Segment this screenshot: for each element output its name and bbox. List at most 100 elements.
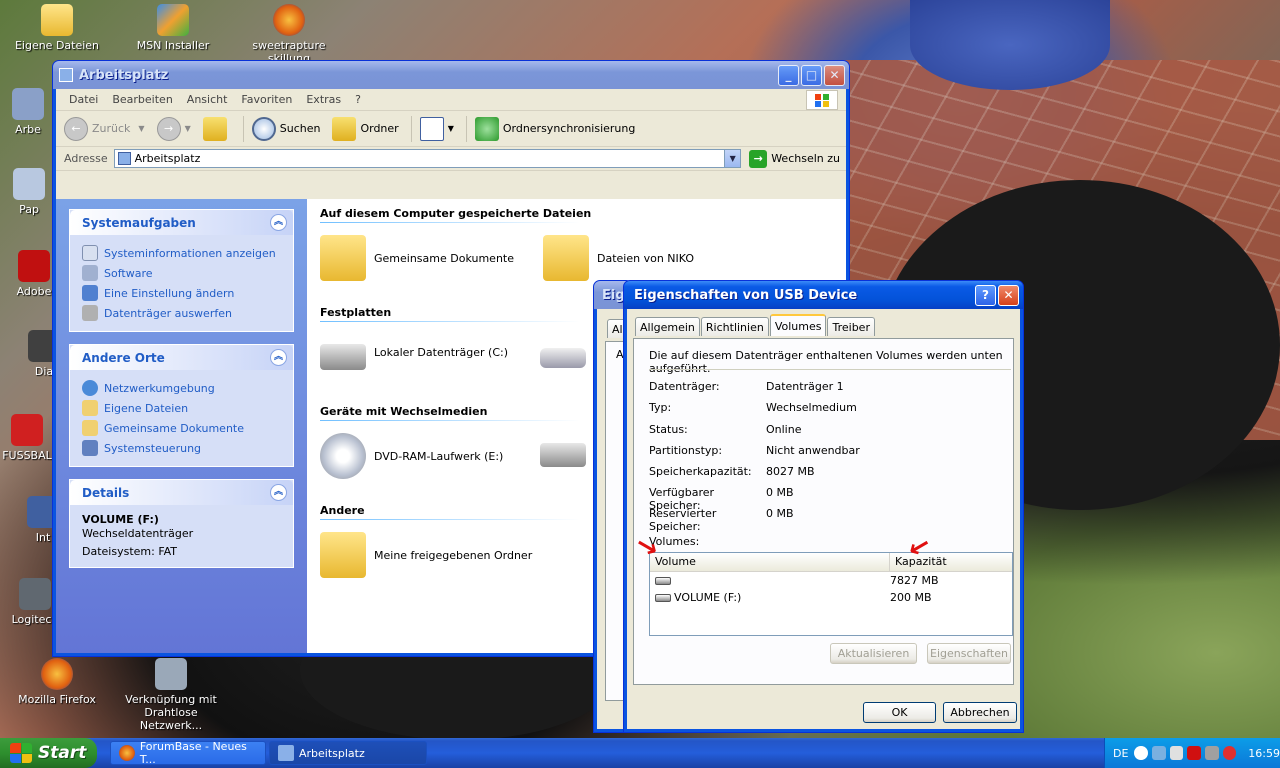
maximize-button[interactable]: □: [801, 64, 822, 86]
volumes-intro-text: Die auf diesem Datenträger enthaltenen V…: [649, 349, 1003, 375]
item-usb-drive[interactable]: [540, 334, 594, 368]
cancel-button[interactable]: Abbrechen: [943, 702, 1017, 723]
link-eject-media[interactable]: Datenträger auswerfen: [82, 303, 281, 323]
eject-icon: [82, 305, 98, 321]
chevron-down-icon[interactable]: ▼: [138, 124, 144, 133]
forward-button[interactable]: → ▼: [156, 116, 191, 141]
refresh-button[interactable]: Aktualisieren: [830, 643, 917, 664]
start-button[interactable]: Start: [0, 738, 97, 768]
column-capacity[interactable]: Kapazität: [890, 553, 1012, 571]
other-places-header[interactable]: Andere Orte ︽: [70, 345, 293, 370]
desktop-icon-firefox[interactable]: Mozilla Firefox: [7, 658, 107, 706]
menu-help[interactable]: ?: [348, 93, 368, 106]
network-icon[interactable]: [1152, 746, 1166, 760]
volumes-list[interactable]: Volume Kapazität 7827 MB VOLUME (F:) 200…: [649, 552, 1013, 636]
column-volume[interactable]: Volume: [650, 553, 890, 571]
details-panel: Details ︽ VOLUME (F:) Wechseldatenträger…: [69, 479, 294, 568]
views-icon: [419, 116, 444, 141]
taskbar-item-arbeitsplatz[interactable]: Arbeitsplatz: [269, 741, 427, 765]
details-header[interactable]: Details ︽: [70, 480, 293, 505]
hard-drive-icon: [320, 344, 366, 370]
link-system-info[interactable]: Systeminformationen anzeigen: [82, 243, 281, 263]
link-my-documents[interactable]: Eigene Dateien: [82, 398, 281, 418]
desktop-icon-sweetrapture[interactable]: sweetrapture skillung: [239, 4, 339, 65]
views-button[interactable]: ▼: [419, 116, 454, 141]
close-button[interactable]: ✕: [998, 284, 1019, 306]
link-shared-documents[interactable]: Gemeinsame Dokumente: [82, 418, 281, 438]
wallpaper-pot: [910, 0, 1110, 90]
network-icon: [82, 380, 98, 396]
usb-drive-icon: [540, 348, 586, 368]
computer-icon: [59, 68, 73, 82]
folder-icon: [41, 4, 73, 36]
security-icon[interactable]: [1222, 746, 1237, 760]
prop-row-reserved: Reservierter Speicher: 0 MB: [649, 507, 794, 533]
back-button[interactable]: ← Zurück ▼: [64, 116, 145, 141]
folder-icon: [332, 116, 357, 141]
tray-app-icon[interactable]: [1204, 746, 1219, 760]
address-input[interactable]: Arbeitsplatz ▼: [113, 149, 742, 168]
task-pane: Systemaufgaben ︽ Systeminformationen anz…: [56, 199, 307, 653]
up-button[interactable]: [202, 116, 231, 141]
volumes-tabpane: Die auf diesem Datenträger enthaltenen V…: [633, 338, 1014, 685]
tray-expand-icon[interactable]: [1134, 746, 1149, 760]
close-button[interactable]: ✕: [824, 64, 845, 86]
menu-file[interactable]: Datei: [62, 93, 105, 106]
volume-row[interactable]: VOLUME (F:) 200 MB: [650, 589, 1012, 606]
tab-volumes[interactable]: Volumes: [769, 314, 827, 336]
link-software[interactable]: Software: [82, 263, 281, 283]
firefox-icon: [41, 658, 73, 690]
minimize-button[interactable]: _: [778, 64, 799, 86]
chevron-down-icon[interactable]: ▼: [185, 124, 191, 133]
menu-edit[interactable]: Bearbeiten: [105, 93, 179, 106]
details-name: VOLUME (F:): [82, 513, 159, 526]
folders-button[interactable]: Ordner: [332, 116, 399, 141]
menu-favorites[interactable]: Favoriten: [234, 93, 299, 106]
search-button[interactable]: Suchen: [251, 116, 320, 141]
tab-driver[interactable]: Treiber: [827, 317, 875, 336]
ok-button[interactable]: OK: [863, 702, 936, 723]
dialog-titlebar[interactable]: Eigenschaften von USB Device ? ✕: [624, 281, 1023, 309]
properties-button[interactable]: Eigenschaften: [927, 643, 1011, 664]
item-shared-documents[interactable]: Gemeinsame Dokumente: [320, 235, 514, 281]
window-title: Arbeitsplatz: [79, 67, 169, 83]
desktop-icon-wireless-shortcut[interactable]: Verknüpfung mit Drahtlose Netzwerk...: [121, 658, 221, 732]
folder-icon: [320, 235, 366, 281]
volume-row[interactable]: 7827 MB: [650, 572, 1012, 589]
sync-button[interactable]: Ordnersynchronisierung: [474, 116, 635, 141]
tab-general[interactable]: Allgemein: [635, 317, 700, 336]
collapse-icon[interactable]: ︽: [270, 484, 287, 501]
wireless-network-icon: [155, 658, 187, 690]
folder-icon: [82, 420, 98, 436]
help-button[interactable]: ?: [975, 284, 996, 306]
volume-icon[interactable]: [1169, 746, 1184, 760]
group-other: Andere: [320, 504, 580, 520]
chevron-down-icon[interactable]: ▼: [724, 150, 741, 167]
system-tray: DE 16:59: [1104, 738, 1280, 768]
usb-properties-dialog: Eigenschaften von USB Device ? ✕ Allgeme…: [623, 280, 1024, 733]
logitech-icon: [19, 578, 51, 610]
menu-tools[interactable]: Extras: [299, 93, 348, 106]
desktop-icon-my-documents[interactable]: Eigene Dateien: [7, 4, 107, 52]
clock: 16:59: [1248, 746, 1280, 760]
details-filesystem: Dateisystem: FAT: [82, 545, 178, 558]
item-removable-drive[interactable]: [540, 433, 594, 467]
item-local-disk-c[interactable]: Lokaler Datenträger (C:): [320, 334, 508, 370]
link-network[interactable]: Netzwerkumgebung: [82, 378, 281, 398]
taskbar-item-forumbase[interactable]: ForumBase - Neues T...: [110, 740, 266, 766]
antivirus-icon[interactable]: [1187, 746, 1201, 760]
collapse-icon[interactable]: ︽: [270, 349, 287, 366]
desktop-icon-msn-installer[interactable]: MSN Installer: [123, 4, 223, 52]
link-control-panel[interactable]: Systemsteuerung: [82, 438, 281, 458]
item-shared-folders[interactable]: Meine freigegebenen Ordner: [320, 532, 532, 578]
tab-policies[interactable]: Richtlinien: [700, 317, 769, 336]
explorer-titlebar[interactable]: Arbeitsplatz _ □ ✕: [53, 61, 849, 89]
item-niko-files[interactable]: Dateien von NIKO: [543, 235, 694, 281]
item-dvd-drive[interactable]: DVD-RAM-Laufwerk (E:): [320, 433, 503, 479]
go-button[interactable]: → Wechseln zu: [749, 149, 840, 168]
collapse-icon[interactable]: ︽: [270, 214, 287, 231]
language-indicator[interactable]: DE: [1113, 747, 1128, 760]
menu-view[interactable]: Ansicht: [180, 93, 235, 106]
system-tasks-header[interactable]: Systemaufgaben ︽: [70, 210, 293, 235]
link-change-setting[interactable]: Eine Einstellung ändern: [82, 283, 281, 303]
